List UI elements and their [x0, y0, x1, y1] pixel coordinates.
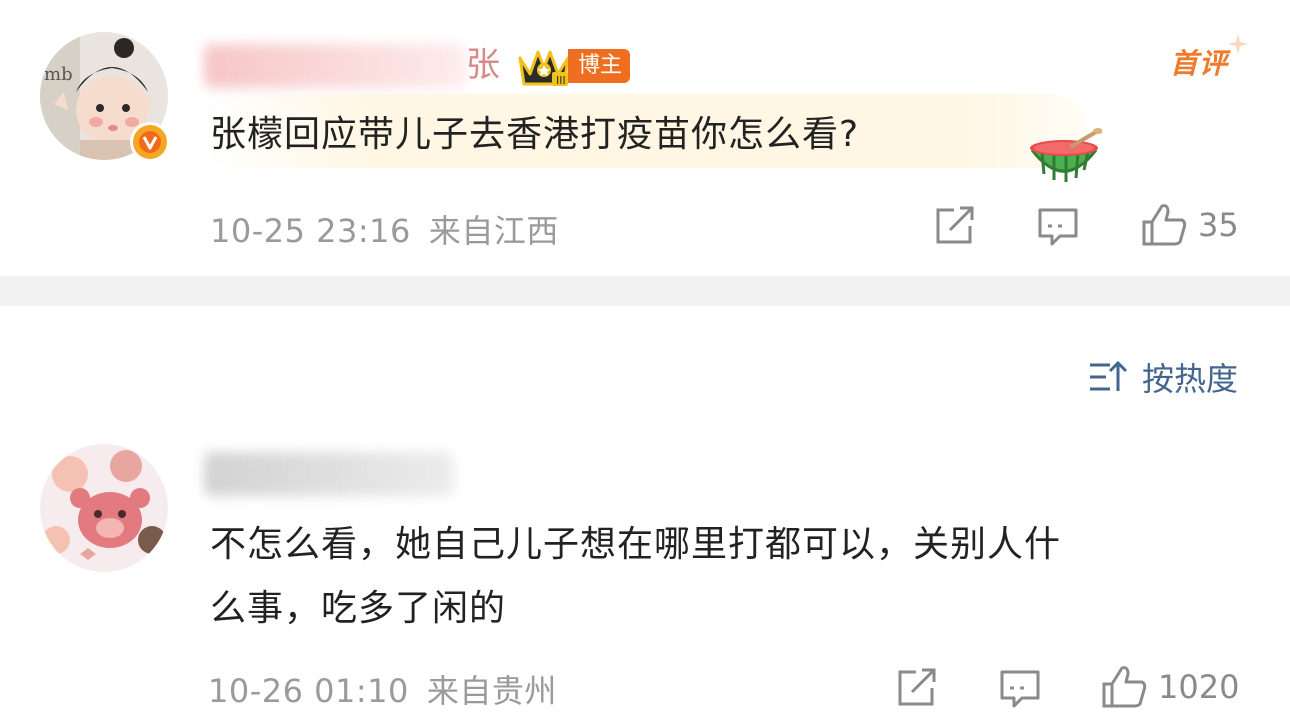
comment-share-button[interactable]: [894, 668, 938, 708]
post-time: 10-25 23:16: [210, 212, 411, 250]
comment-source: 来自贵州: [426, 672, 557, 710]
comment-icon: [1038, 208, 1078, 246]
comment-content-line-2: 么事，吃多了闲的: [210, 588, 507, 629]
author-name-tail: 张: [466, 45, 500, 85]
comment-reply-button[interactable]: [998, 668, 1042, 710]
vip-badge-icon: [130, 122, 170, 162]
sort-label: 按热度: [1142, 360, 1239, 398]
sort-icon: [1090, 360, 1128, 391]
svg-text:III: III: [556, 74, 566, 87]
like-icon: [1142, 204, 1187, 246]
star-sparkle-icon: [1228, 34, 1248, 54]
comment-like-count: 1020: [1158, 668, 1240, 706]
share-icon: [898, 668, 936, 706]
share-icon: [936, 206, 974, 244]
watermelon-sticker: [1030, 128, 1102, 182]
crown-icon: III: [518, 50, 570, 87]
comment-meta: 10-26 01:10 来自贵州: [208, 666, 557, 712]
post-content: 张檬回应带儿子去香港打疫苗你怎么看?: [210, 114, 860, 155]
commenter-name-obscured[interactable]: [204, 452, 454, 496]
comment-time: 10-26 01:10: [208, 672, 409, 710]
like-icon: [1102, 666, 1147, 708]
sort-by-hot-button[interactable]: 按热度: [1088, 354, 1238, 400]
post-source: 来自江西: [428, 212, 559, 250]
first-comment-badge-label: 首评: [1170, 47, 1229, 80]
author-name-obscured[interactable]: [204, 44, 466, 88]
post-comment-button[interactable]: [1036, 206, 1080, 248]
section-divider: [0, 276, 1290, 306]
blogger-badge-label: 博主: [568, 49, 631, 83]
post-like-count: 35: [1198, 206, 1239, 244]
post-share-button[interactable]: [932, 206, 976, 246]
comment-like-button[interactable]: 1020: [1100, 664, 1239, 710]
post-like-button[interactable]: 35: [1140, 202, 1239, 248]
svg-text:mb: mb: [44, 64, 73, 85]
blogger-badge: III 博主: [516, 44, 631, 88]
commenter-avatar[interactable]: [40, 444, 168, 572]
post-meta: 10-25 23:16 来自江西: [210, 206, 559, 252]
comment-icon: [1000, 670, 1040, 708]
comment-content-line-1: 不怎么看，她自己儿子想在哪里打都可以，关别人什: [210, 524, 1062, 565]
first-comment-badge: 首评: [1170, 34, 1248, 82]
